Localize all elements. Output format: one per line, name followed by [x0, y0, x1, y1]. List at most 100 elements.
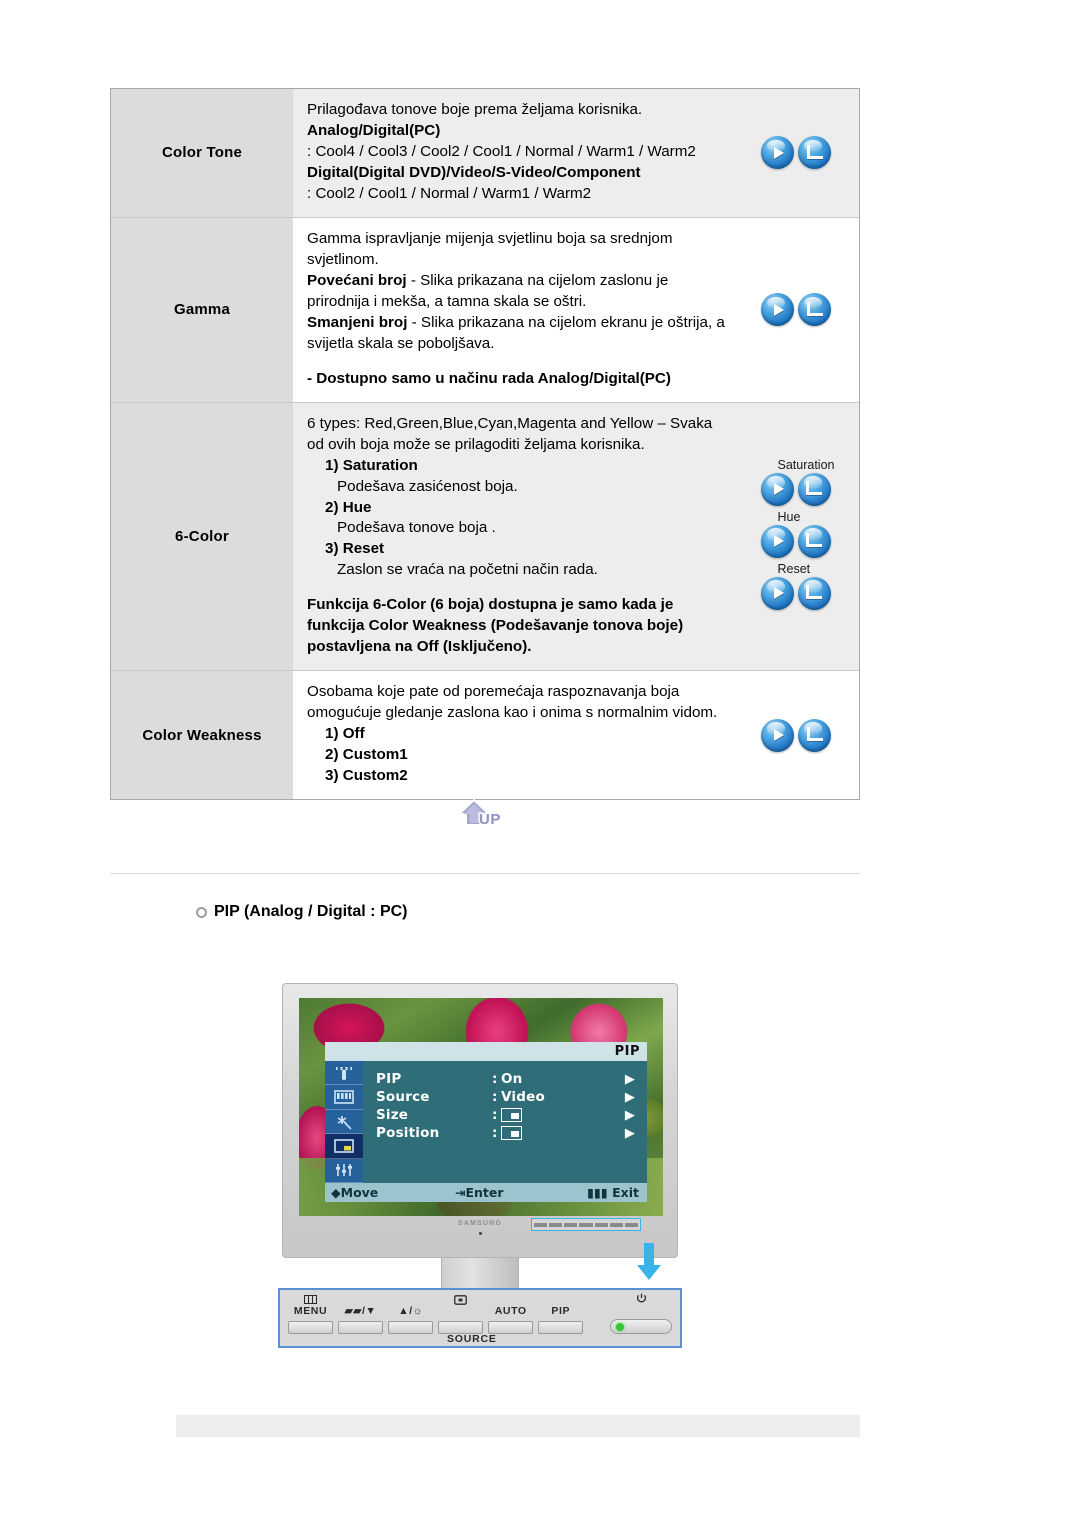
- play-icon[interactable]: [761, 293, 794, 327]
- osd-button-pair: [758, 472, 835, 506]
- osd-button-group-saturation: Saturation: [758, 457, 835, 506]
- desc-line-bold: Funkcija 6-Color (6 boja) dostupna je sa…: [307, 596, 684, 656]
- desc-line: 6 types: Red,Green,Blue,Cyan,Magenta and…: [307, 414, 713, 453]
- desc-line: Podešava tonove boja .: [337, 519, 496, 537]
- play-icon[interactable]: [761, 718, 794, 752]
- control-key-label: [610, 1302, 672, 1317]
- osd-item-source[interactable]: Source : Video ▶: [376, 1088, 647, 1106]
- strip-key: [549, 1222, 563, 1227]
- desc-line-bold: 3) Custom2: [325, 767, 408, 785]
- image-icon[interactable]: [325, 1110, 363, 1135]
- enter-icon[interactable]: [797, 524, 831, 558]
- power-key-pad[interactable]: [610, 1319, 673, 1334]
- footer-bar: [176, 1415, 860, 1437]
- source-group-label: SOURCE: [447, 1333, 497, 1345]
- osd-button-pair: [733, 293, 859, 327]
- desc-spacer: [307, 581, 725, 595]
- control-key-menu[interactable]: MENU: [288, 1295, 334, 1334]
- row-name-gamma: Gamma: [111, 216, 293, 403]
- enter-icon[interactable]: [798, 718, 831, 752]
- chevron-right-icon[interactable]: ▶: [613, 1126, 647, 1141]
- osd-button-label-reset: Reset: [777, 561, 811, 576]
- osd-button-group-reset: Reset: [758, 562, 835, 610]
- desc-line-bold: 2) Custom1: [325, 746, 408, 764]
- osd-item-value: On: [501, 1071, 523, 1087]
- osd-menu: PIP PIP: On ▶ Source: Video ▶ Size: ▶…: [325, 1042, 647, 1202]
- control-panel-callout: MENU ▰▰/▼ ▲/☼ AUTO PIP SOURCE: [278, 1288, 682, 1348]
- row-name-color-weakness: Color Weakness: [111, 670, 293, 800]
- osd-item-position[interactable]: Position : ▶: [376, 1124, 647, 1142]
- osd-button-label-saturation: Saturation: [777, 457, 835, 472]
- strip-key: [624, 1222, 638, 1227]
- enter-key-icon: ⇥: [455, 1185, 466, 1200]
- osd-button-pair: [733, 136, 859, 170]
- osd-button-pair: [758, 576, 835, 610]
- power-icon: [610, 1293, 672, 1303]
- section-divider: [110, 873, 860, 874]
- monitor-button-strip-highlight[interactable]: [531, 1218, 641, 1231]
- enter-icon[interactable]: [797, 472, 831, 506]
- osd-body: PIP : On ▶ Source : Video ▶ Size: ▶ Pos…: [325, 1061, 647, 1184]
- table-row: Gamma Gamma ispravljanje mijenja svjetli…: [111, 216, 859, 403]
- pip-icon[interactable]: [325, 1134, 363, 1159]
- monitor-bezel: PIP PIP: On ▶ Source: Video ▶ Size: ▶…: [282, 983, 678, 1258]
- up-button[interactable]: UP UP: [458, 798, 518, 838]
- osd-button-pair: [733, 718, 859, 752]
- desc-line: Gamma ispravljanje mijenja svjetlinu boj…: [307, 229, 673, 268]
- play-icon[interactable]: [760, 524, 794, 558]
- enter-icon[interactable]: [798, 293, 831, 327]
- strip-key: [594, 1222, 608, 1227]
- desc-spacer: [307, 355, 725, 369]
- osd-footer-enter: ⇥Enter: [455, 1185, 565, 1200]
- control-key-label: AUTO: [494, 1305, 527, 1317]
- monitor-screen: PIP PIP: On ▶ Source: Video ▶ Size: ▶…: [299, 998, 663, 1216]
- desc-line: Smanjeni broj - Slika prikazana na cijel…: [307, 313, 725, 355]
- chevron-right-icon[interactable]: ▶: [613, 1090, 647, 1105]
- control-key-source[interactable]: [438, 1295, 484, 1334]
- control-key-pad[interactable]: [388, 1321, 434, 1334]
- row-name-6-color: 6-Color: [111, 401, 293, 671]
- osd-item-colon: :: [492, 1071, 498, 1087]
- color-icon[interactable]: [325, 1085, 363, 1110]
- desc-line: : Cool2 / Cool1 / Normal / Warm1 / Warm2: [307, 184, 592, 202]
- play-icon[interactable]: [760, 576, 794, 610]
- control-key-label: PIP: [551, 1305, 571, 1317]
- play-icon[interactable]: [760, 472, 794, 506]
- setup-icon[interactable]: [325, 1159, 363, 1184]
- row-buttons-gamma: [733, 216, 859, 403]
- control-key-power[interactable]: [610, 1293, 673, 1334]
- osd-footer-move-label: Move: [340, 1185, 379, 1200]
- play-icon[interactable]: [761, 136, 794, 170]
- row-description-gamma: Gamma ispravljanje mijenja svjetlinu boj…: [293, 216, 733, 403]
- control-key-pip[interactable]: PIP: [538, 1295, 584, 1334]
- control-key-up-brightness[interactable]: ▲/☼: [388, 1295, 434, 1334]
- osd-item-label: Position: [376, 1125, 440, 1141]
- desc-line: Osobama koje pate od poremećaja raspozna…: [307, 683, 718, 722]
- table-row: Color Tone Prilagođava tonove boje prema…: [111, 89, 859, 218]
- control-key-pad[interactable]: [288, 1321, 334, 1334]
- strip-key: [534, 1222, 548, 1227]
- control-key-auto[interactable]: AUTO: [488, 1295, 534, 1334]
- chevron-right-icon[interactable]: ▶: [613, 1072, 647, 1087]
- chevron-right-icon[interactable]: ▶: [613, 1108, 647, 1123]
- row-buttons-color-tone: [733, 89, 859, 218]
- up-button-label: UP: [479, 811, 501, 828]
- osd-item-size[interactable]: Size : ▶: [376, 1106, 647, 1124]
- row-description-color-tone: Prilagođava tonove boje prema željama ko…: [293, 89, 733, 218]
- table-row: Color Weakness Osobama koje pate od pore…: [111, 670, 859, 800]
- osd-item-pip[interactable]: PIP : On ▶: [376, 1070, 647, 1088]
- row-buttons-color-weakness: [733, 670, 859, 800]
- desc-line: Povećani broj - Slika prikazana na cijel…: [307, 271, 725, 313]
- ring-bullet-icon: [196, 906, 207, 918]
- picture-icon[interactable]: [325, 1061, 363, 1086]
- enter-icon[interactable]: [797, 576, 831, 610]
- control-key-pad[interactable]: [538, 1321, 584, 1334]
- enter-icon[interactable]: [798, 136, 831, 170]
- control-key-pad[interactable]: [338, 1321, 384, 1334]
- osd-footer-enter-label: Enter: [465, 1185, 504, 1200]
- control-key-down[interactable]: ▰▰/▼: [338, 1295, 384, 1334]
- osd-item-colon: :: [492, 1107, 498, 1123]
